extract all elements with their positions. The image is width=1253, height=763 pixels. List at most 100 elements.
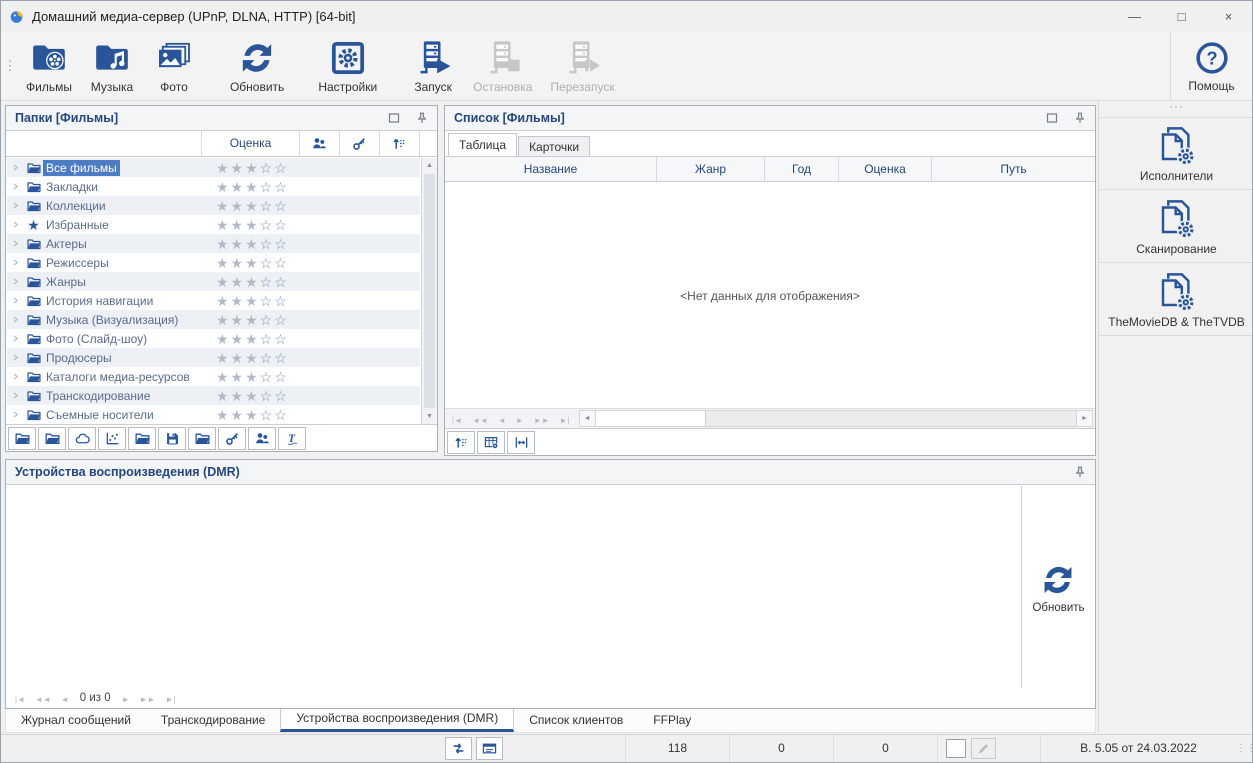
rating-stars[interactable]: ★★★☆☆	[203, 389, 289, 403]
folders-scrollbar[interactable]: ▲ ▼	[421, 158, 437, 424]
tree-row[interactable]: Режиссеры ★★★☆☆	[7, 253, 420, 272]
view-tab[interactable]: Таблица	[448, 133, 518, 156]
pin-panel-icon[interactable]	[1074, 112, 1086, 124]
expand-button[interactable]	[7, 353, 24, 362]
save-button[interactable]	[158, 426, 186, 450]
tree-row[interactable]: ★ Избранные ★★★☆☆	[7, 215, 420, 234]
expand-button[interactable]	[7, 277, 24, 286]
nav-next-page-button[interactable]: ►►	[529, 416, 555, 425]
search-key-button[interactable]	[340, 131, 380, 156]
scroll-right-icon[interactable]: ►	[1076, 411, 1092, 426]
dmr-refresh-button[interactable]: Обновить	[1032, 561, 1085, 614]
refresh-folder-button[interactable]	[188, 426, 216, 450]
import-folder-button[interactable]	[38, 426, 66, 450]
expand-button[interactable]	[7, 372, 24, 381]
tree-row[interactable]: Каталоги медиа-ресурсов ★★★☆☆	[7, 367, 420, 386]
rating-stars[interactable]: ★★★☆☆	[203, 275, 289, 289]
key-button[interactable]	[218, 426, 246, 450]
export-folder-button[interactable]	[128, 426, 156, 450]
rating-stars[interactable]: ★★★☆☆	[203, 237, 289, 251]
expand-button[interactable]	[7, 201, 24, 210]
nav-prev-page-button[interactable]: ◄◄	[30, 695, 56, 704]
rating-stars[interactable]: ★★★☆☆	[203, 161, 289, 175]
nav-next-button[interactable]: ►	[117, 695, 135, 704]
stop-server-button[interactable]: Остановка	[464, 31, 541, 100]
status-checkbox[interactable]	[946, 739, 966, 758]
maximize-panel-icon[interactable]	[388, 112, 400, 124]
view-tab[interactable]: Карточки	[518, 136, 591, 156]
nav-next-button[interactable]: ►	[511, 416, 529, 425]
photo-button[interactable]: Фото	[143, 31, 205, 100]
sidebar-item[interactable]: Исполнители	[1099, 117, 1252, 190]
tree-row[interactable]: История навигации ★★★☆☆	[7, 291, 420, 310]
rating-stars[interactable]: ★★★☆☆	[203, 370, 289, 384]
expand-button[interactable]	[7, 315, 24, 324]
users-access-button[interactable]	[300, 131, 340, 156]
minimize-button[interactable]: —	[1111, 1, 1158, 31]
font-button[interactable]	[278, 426, 306, 450]
bottom-tab[interactable]: Транскодирование	[146, 709, 280, 732]
column-header[interactable]: Название	[445, 157, 657, 181]
expand-button[interactable]	[7, 163, 24, 172]
sidebar-item[interactable]: Сканирование	[1099, 190, 1252, 263]
users-button[interactable]	[248, 426, 276, 450]
rating-stars[interactable]: ★★★☆☆	[203, 332, 289, 346]
expand-button[interactable]	[7, 220, 24, 229]
horizontal-scrollbar[interactable]: ◄ ►	[578, 410, 1093, 427]
expand-button[interactable]	[7, 334, 24, 343]
rating-stars[interactable]: ★★★☆☆	[203, 199, 289, 213]
scroll-down-icon[interactable]: ▼	[422, 409, 437, 424]
close-button[interactable]: ×	[1205, 1, 1252, 31]
sort-button[interactable]	[447, 430, 475, 454]
expand-button[interactable]	[7, 296, 24, 305]
sidebar-item[interactable]: TheMovieDB & TheTVDB	[1099, 263, 1252, 336]
expand-button[interactable]	[7, 182, 24, 191]
rating-stars[interactable]: ★★★☆☆	[203, 351, 289, 365]
rating-stars[interactable]: ★★★☆☆	[203, 256, 289, 270]
expand-button[interactable]	[7, 391, 24, 400]
scroll-thumb[interactable]	[595, 411, 706, 426]
column-header[interactable]: Оценка	[839, 157, 932, 181]
tree-row[interactable]: Транскодирование ★★★☆☆	[7, 386, 420, 405]
column-width-button[interactable]	[507, 430, 535, 454]
bottom-tab[interactable]: Устройства воспроизведения (DMR)	[280, 709, 515, 732]
database-status-button[interactable]	[476, 737, 503, 760]
table-settings-button[interactable]	[477, 430, 505, 454]
restart-server-button[interactable]: Перезапуск	[541, 31, 623, 100]
toolbar-drag-handle[interactable]: ⋮	[1, 31, 17, 100]
tree-row[interactable]: Музыка (Визуализация) ★★★☆☆	[7, 310, 420, 329]
tree-row[interactable]: Съемные носители ★★★☆☆	[7, 405, 420, 424]
rating-stars[interactable]: ★★★☆☆	[203, 180, 289, 194]
column-header[interactable]: Жанр	[657, 157, 765, 181]
rating-stars[interactable]: ★★★☆☆	[203, 294, 289, 308]
scatter-button[interactable]	[98, 426, 126, 450]
resize-grip-icon[interactable]: ⋮⋮	[1236, 743, 1252, 754]
weather-button[interactable]	[68, 426, 96, 450]
network-status-button[interactable]	[445, 737, 472, 760]
column-header[interactable]: Год	[765, 157, 839, 181]
pin-panel-icon[interactable]	[1074, 466, 1086, 478]
scroll-up-icon[interactable]: ▲	[422, 158, 437, 173]
nav-prev-page-button[interactable]: ◄◄	[467, 416, 493, 425]
sidebar-handle[interactable]: ···	[1099, 101, 1252, 117]
tree-row[interactable]: Жанры ★★★☆☆	[7, 272, 420, 291]
tree-row[interactable]: Фото (Слайд-шоу) ★★★☆☆	[7, 329, 420, 348]
nav-next-page-button[interactable]: ►►	[135, 695, 161, 704]
maximize-panel-icon[interactable]	[1046, 112, 1058, 124]
expand-button[interactable]	[7, 410, 24, 419]
tree-row[interactable]: Коллекции ★★★☆☆	[7, 196, 420, 215]
nav-first-button[interactable]: |◄	[447, 416, 467, 425]
scroll-left-icon[interactable]: ◄	[579, 411, 596, 426]
nav-last-button[interactable]: ►|	[160, 695, 180, 704]
maximize-button[interactable]: □	[1158, 1, 1205, 31]
open-folder-button[interactable]	[8, 426, 36, 450]
expand-button[interactable]	[7, 258, 24, 267]
nav-prev-button[interactable]: ◄	[493, 416, 511, 425]
rating-stars[interactable]: ★★★☆☆	[203, 313, 289, 327]
start-server-button[interactable]: Запуск	[402, 31, 464, 100]
nav-last-button[interactable]: ►|	[555, 416, 575, 425]
tree-row[interactable]: Актеры ★★★☆☆	[7, 234, 420, 253]
refresh-button[interactable]: Обновить	[221, 31, 293, 100]
sort-button[interactable]	[380, 131, 420, 156]
rating-column-header[interactable]: Оценка	[202, 131, 300, 156]
